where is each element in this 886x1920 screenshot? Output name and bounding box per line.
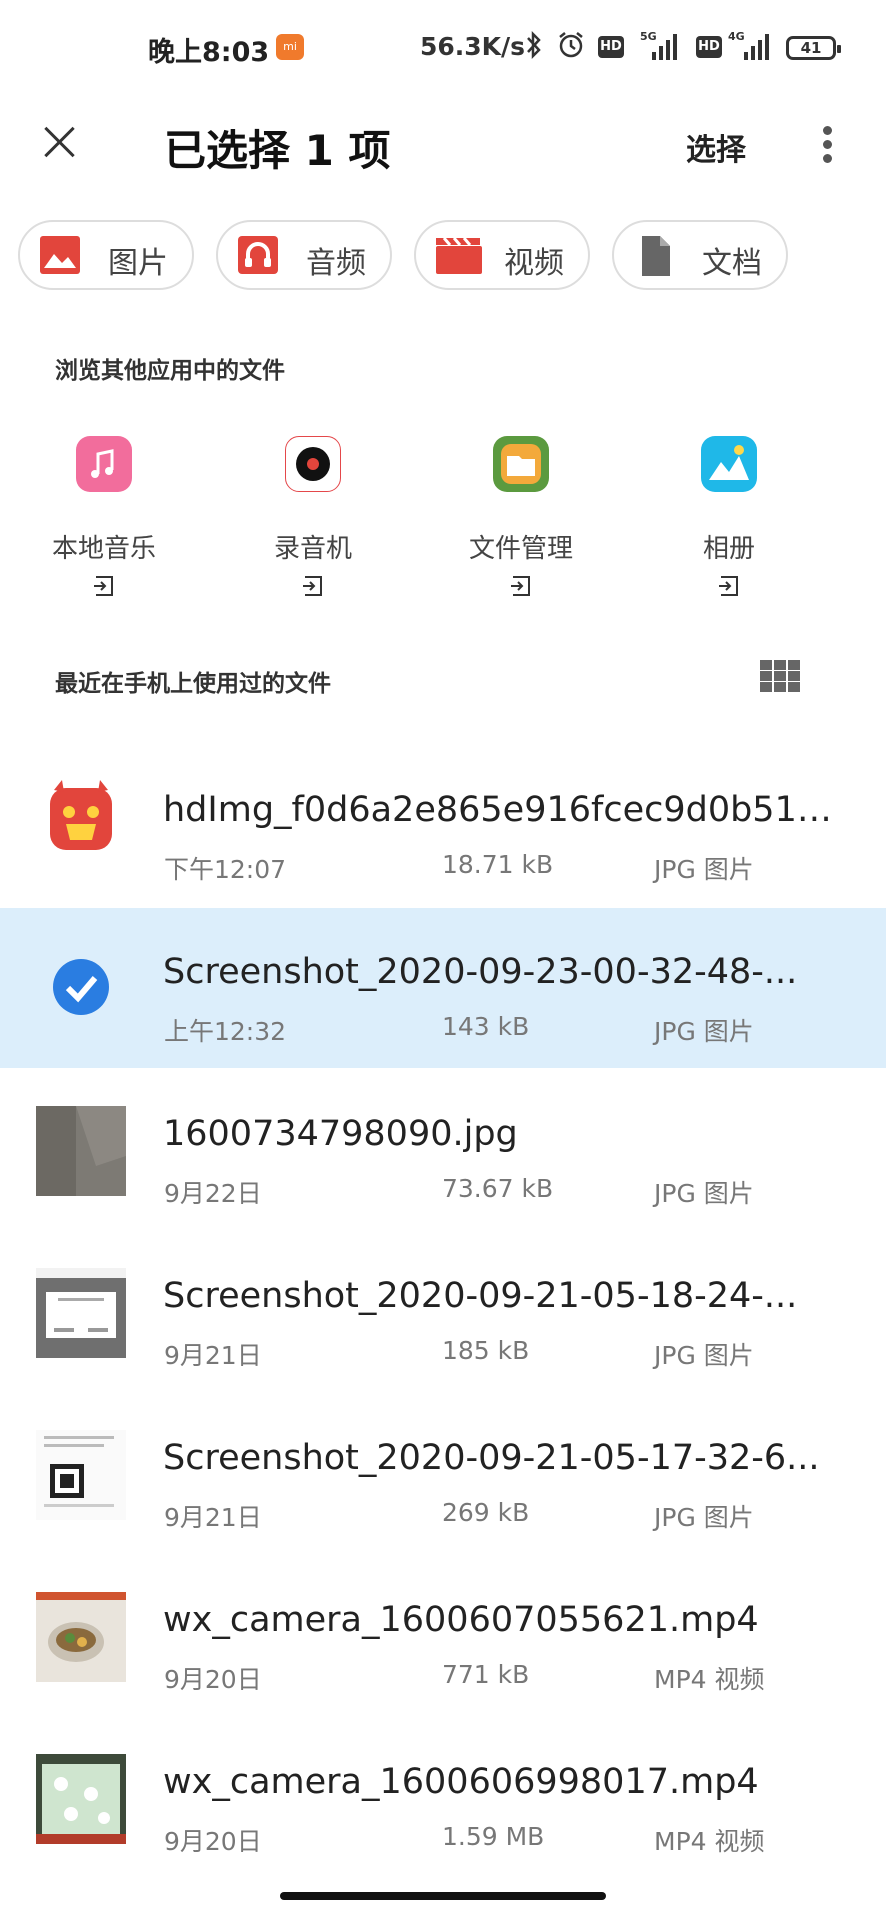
file-row[interactable]: hdImg_f0d6a2e865e916fcec9d0b5110... 下午12… xyxy=(0,746,886,906)
file-size: 771 kB xyxy=(442,1660,530,1689)
file-thumbnail xyxy=(36,1268,126,1358)
headphones-icon xyxy=(238,236,278,274)
recorder-app-icon xyxy=(285,436,341,492)
file-date: 9月20日 xyxy=(164,1665,262,1694)
file-date: 9月21日 xyxy=(164,1341,262,1370)
recent-section-label: 最近在手机上使用过的文件 xyxy=(55,671,331,697)
grid-view-icon[interactable] xyxy=(760,660,800,692)
app-file-manager[interactable]: 文件管理 xyxy=(421,436,621,606)
category-label: 图片 xyxy=(108,246,168,281)
signal-strength-icon-2 xyxy=(744,32,774,60)
file-type: MP4 视频 xyxy=(654,1827,765,1856)
checkmark-icon[interactable] xyxy=(36,942,126,1032)
file-date: 下午12:07 xyxy=(164,855,287,884)
file-name: Screenshot_2020-09-21-05-17-32-6... xyxy=(163,1438,820,1478)
battery-icon: 41 xyxy=(786,36,841,60)
file-row[interactable]: Screenshot_2020-09-21-05-17-32-6... 9月21… xyxy=(0,1394,886,1554)
bluetooth-icon xyxy=(524,30,544,66)
image-icon xyxy=(40,236,80,274)
app-label: 录音机 xyxy=(273,534,352,564)
file-type: JPG 图片 xyxy=(654,1017,754,1046)
hd-voice-icon-2: HD xyxy=(696,36,722,58)
file-date: 9月20日 xyxy=(164,1827,262,1856)
file-thumbnail xyxy=(36,774,126,864)
file-type: JPG 图片 xyxy=(654,1503,754,1532)
file-type: JPG 图片 xyxy=(654,1179,754,1208)
file-thumbnail xyxy=(36,1430,126,1520)
file-name: Screenshot_2020-09-23-00-32-48-... xyxy=(163,952,798,992)
mi-notification-icon: mi xyxy=(276,34,304,60)
file-row[interactable]: Screenshot_2020-09-21-05-18-24-... 9月21日… xyxy=(0,1232,886,1392)
browse-section-label: 浏览其他应用中的文件 xyxy=(55,358,285,384)
file-manager-app-icon xyxy=(493,436,549,492)
file-thumbnail xyxy=(36,1106,126,1196)
file-thumbnail xyxy=(36,1754,126,1844)
file-size: 269 kB xyxy=(442,1498,530,1527)
app-gallery[interactable]: 相册 xyxy=(629,436,829,606)
close-button[interactable] xyxy=(36,118,84,166)
category-label: 视频 xyxy=(504,246,564,281)
app-label: 文件管理 xyxy=(468,534,573,564)
page-title: 已选择 1 项 xyxy=(164,126,391,175)
category-video-chip[interactable]: 视频 xyxy=(414,220,590,290)
app-local-music[interactable]: 本地音乐 xyxy=(4,436,204,606)
file-date: 上午12:32 xyxy=(164,1017,287,1046)
signal-strength-icon xyxy=(652,32,682,60)
file-name: 1600734798090.jpg xyxy=(163,1114,518,1154)
app-label: 本地音乐 xyxy=(51,534,156,564)
clapperboard-icon xyxy=(436,236,482,274)
file-name: wx_camera_1600606998017.mp4 xyxy=(163,1762,759,1802)
file-type: JPG 图片 xyxy=(654,855,754,884)
file-row[interactable]: 1600734798090.jpg 9月22日 73.67 kB JPG 图片 xyxy=(0,1070,886,1230)
category-images-chip[interactable]: 图片 xyxy=(18,220,194,290)
open-external-icon xyxy=(509,574,533,598)
network-speed: 56.3K/s xyxy=(420,32,526,61)
file-row[interactable]: wx_camera_1600606998017.mp4 9月20日 1.59 M… xyxy=(0,1718,886,1878)
music-app-icon xyxy=(76,436,132,492)
file-size: 185 kB xyxy=(442,1336,530,1365)
alarm-icon xyxy=(556,30,586,66)
gallery-app-icon xyxy=(701,436,757,492)
file-size: 143 kB xyxy=(442,1012,530,1041)
file-size: 1.59 MB xyxy=(442,1822,545,1851)
status-time: 晚上8:03 xyxy=(148,37,270,68)
hd-voice-icon: HD xyxy=(598,36,624,58)
file-row-selected[interactable]: Screenshot_2020-09-23-00-32-48-... 上午12:… xyxy=(0,908,886,1068)
file-date: 9月21日 xyxy=(164,1503,262,1532)
select-button[interactable]: 选择 xyxy=(686,125,746,169)
signal-type-label-2: 4G xyxy=(728,30,745,43)
open-external-icon xyxy=(92,574,116,598)
app-label: 相册 xyxy=(702,534,755,564)
file-size: 18.71 kB xyxy=(442,850,554,879)
document-icon xyxy=(634,236,672,276)
category-audio-chip[interactable]: 音频 xyxy=(216,220,392,290)
app-recorder[interactable]: 录音机 xyxy=(213,436,413,606)
file-size: 73.67 kB xyxy=(442,1174,554,1203)
home-indicator[interactable] xyxy=(280,1892,606,1900)
category-label: 文档 xyxy=(702,246,762,281)
category-label: 音频 xyxy=(306,246,366,281)
file-type: MP4 视频 xyxy=(654,1665,765,1694)
open-external-icon xyxy=(301,574,325,598)
category-documents-chip[interactable]: 文档 xyxy=(612,220,788,290)
file-thumbnail xyxy=(36,1592,126,1682)
file-type: JPG 图片 xyxy=(654,1341,754,1370)
status-bar: 晚上8:03 mi 56.3K/s HD 5G HD 4G 41 xyxy=(0,0,886,100)
file-name: Screenshot_2020-09-21-05-18-24-... xyxy=(163,1276,798,1316)
file-row[interactable]: wx_camera_1600607055621.mp4 9月20日 771 kB… xyxy=(0,1556,886,1716)
file-name: wx_camera_1600607055621.mp4 xyxy=(163,1600,759,1640)
open-external-icon xyxy=(717,574,741,598)
more-options-icon[interactable] xyxy=(816,124,840,164)
file-date: 9月22日 xyxy=(164,1179,262,1208)
file-name: hdImg_f0d6a2e865e916fcec9d0b5110... xyxy=(163,790,853,830)
